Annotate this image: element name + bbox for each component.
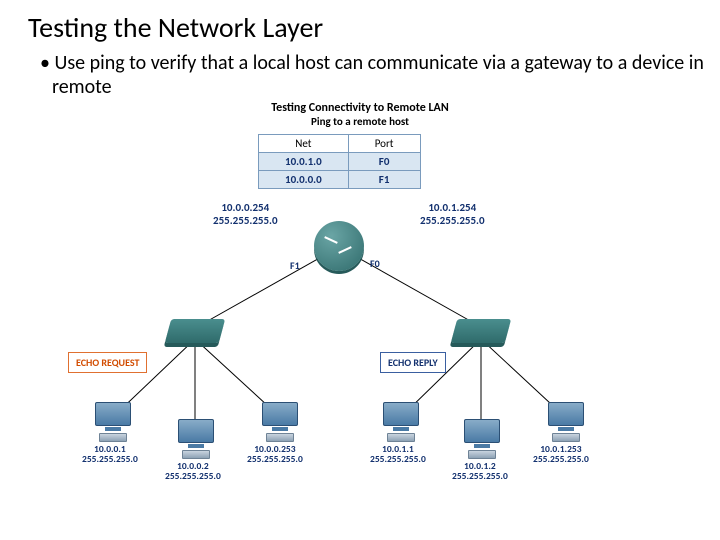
iface-right-mask: 255.255.255.0 [420, 215, 485, 228]
diagram-subtitle: Ping to a remote host [0, 115, 720, 128]
rt-1-net: 10.0.0.0 [259, 171, 349, 189]
router-iface-left: 10.0.0.254 255.255.255.0 [213, 202, 278, 227]
host-4-icon [383, 402, 419, 442]
router-icon [314, 221, 364, 271]
switch-left-icon [165, 319, 225, 343]
host-4-label: 10.0.1.1255.255.255.0 [370, 444, 426, 465]
rt-0-net: 10.0.1.0 [259, 153, 349, 171]
bullet-text: • Use ping to verify that a local host c… [0, 45, 720, 99]
host-1-label: 10.0.0.1255.255.255.0 [82, 444, 138, 465]
routing-table: NetPort 10.0.1.0F0 10.0.0.0F1 [258, 134, 421, 189]
rt-0-port: F0 [348, 153, 420, 171]
host-6-label: 10.0.1.253255.255.255.0 [533, 444, 589, 465]
page-title: Testing the Network Layer [0, 0, 720, 45]
echo-request-badge: ECHO REQUEST [68, 352, 147, 373]
router-iface-right: 10.0.1.254 255.255.255.0 [420, 202, 485, 227]
router-port-left: F1 [290, 259, 300, 272]
host-3-icon [262, 402, 298, 442]
network-diagram: Testing Connectivity to Remote LAN Ping … [0, 99, 720, 539]
host-5-label: 10.0.1.2255.255.255.0 [452, 461, 508, 482]
rt-1-port: F1 [348, 171, 420, 189]
switch-right-icon [451, 319, 511, 343]
col-net: Net [259, 135, 349, 153]
echo-reply-badge: ECHO REPLY [380, 352, 446, 373]
host-1-icon [95, 402, 131, 442]
host-2-icon [178, 419, 214, 459]
diagram-title: Testing Connectivity to Remote LAN [0, 101, 720, 115]
host-5-icon [464, 419, 500, 459]
iface-left-ip: 10.0.0.254 [213, 202, 278, 215]
host-3-label: 10.0.0.253255.255.255.0 [247, 444, 303, 465]
host-2-label: 10.0.0.2255.255.255.0 [165, 461, 221, 482]
host-6-icon [548, 402, 584, 442]
col-port: Port [348, 135, 420, 153]
iface-right-ip: 10.0.1.254 [420, 202, 485, 215]
iface-left-mask: 255.255.255.0 [213, 215, 278, 228]
router-port-right: F0 [370, 257, 380, 270]
